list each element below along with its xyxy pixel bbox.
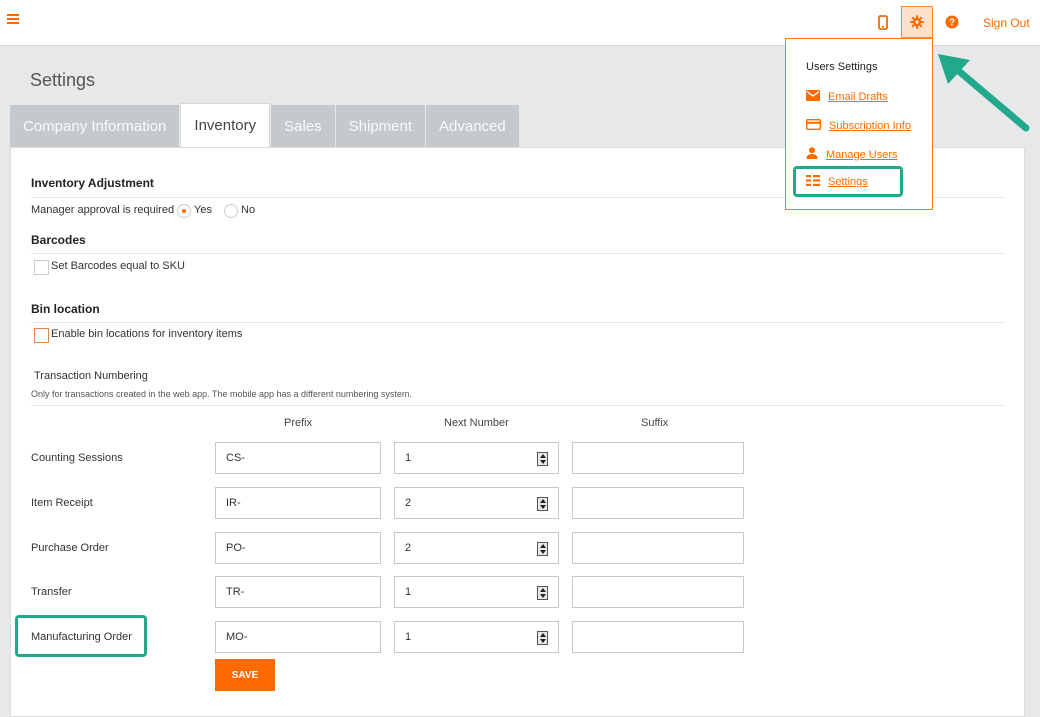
menu-icon[interactable] bbox=[7, 14, 19, 26]
divider bbox=[31, 253, 1006, 254]
suffix-input[interactable] bbox=[572, 532, 744, 564]
inventory-adjustment-title: Inventory Adjustment bbox=[31, 176, 154, 190]
next-number-input[interactable]: 2 bbox=[394, 487, 559, 519]
mobile-icon[interactable] bbox=[868, 7, 898, 37]
approval-yes-radio[interactable] bbox=[177, 204, 191, 218]
settings-item-highlight bbox=[793, 166, 903, 197]
next-number-value: 2 bbox=[405, 497, 412, 509]
menu-item-label: Email Drafts bbox=[828, 91, 888, 103]
inventory-settings-panel: Inventory Adjustment Manager approval is… bbox=[10, 147, 1025, 717]
stepper-icon[interactable] bbox=[537, 542, 548, 556]
next-number-input[interactable]: 1 bbox=[394, 576, 559, 608]
envelope-icon bbox=[806, 90, 820, 104]
stepper-icon[interactable] bbox=[537, 497, 548, 511]
bin-locations-checkbox[interactable] bbox=[34, 328, 49, 343]
next-number-value: 2 bbox=[405, 542, 412, 554]
next-number-input[interactable]: 1 bbox=[394, 621, 559, 653]
transaction-numbering-note: Only for transactions created in the web… bbox=[31, 389, 412, 399]
settings-tabs: Company Information Inventory Sales Ship… bbox=[10, 103, 520, 148]
next-number-value: 1 bbox=[405, 586, 412, 598]
next-number-input[interactable]: 1 bbox=[394, 442, 559, 474]
prefix-input[interactable]: TR- bbox=[215, 576, 381, 608]
suffix-input[interactable] bbox=[572, 487, 744, 519]
users-settings-heading: Users Settings bbox=[806, 61, 878, 73]
manufacturing-order-highlight bbox=[15, 615, 147, 657]
tab-sales[interactable]: Sales bbox=[271, 105, 335, 147]
help-icon[interactable]: ? bbox=[937, 7, 967, 37]
tab-company-information[interactable]: Company Information bbox=[10, 105, 180, 147]
row-label-item-receipt: Item Receipt bbox=[31, 497, 93, 509]
menu-item-label: Manage Users bbox=[826, 148, 898, 161]
next-number-value: 1 bbox=[405, 631, 412, 643]
user-settings-dropdown: Users Settings Email Drafts Subscription… bbox=[785, 38, 933, 210]
menu-item-email-drafts[interactable]: Email Drafts bbox=[806, 90, 888, 104]
bin-locations-label: Enable bin locations for inventory items bbox=[51, 328, 243, 340]
user-icon bbox=[806, 147, 818, 162]
tab-shipment[interactable]: Shipment bbox=[335, 105, 426, 147]
prefix-input[interactable]: CS- bbox=[215, 442, 381, 474]
manager-approval-label: Manager approval is required bbox=[31, 204, 175, 216]
next-number-value: 1 bbox=[405, 452, 412, 464]
prefix-input[interactable]: MO- bbox=[215, 621, 381, 653]
svg-text:?: ? bbox=[949, 18, 955, 29]
approval-no-label: No bbox=[241, 204, 256, 216]
row-label-counting-sessions: Counting Sessions bbox=[31, 452, 123, 464]
tab-advanced[interactable]: Advanced bbox=[426, 105, 519, 147]
barcodes-sku-label: Set Barcodes equal to SKU bbox=[51, 260, 185, 272]
save-button[interactable]: SAVE bbox=[215, 659, 275, 691]
row-label-purchase-order: Purchase Order bbox=[31, 542, 109, 554]
suffix-column-header: Suffix bbox=[641, 417, 669, 429]
suffix-input[interactable] bbox=[572, 576, 744, 608]
gear-icon[interactable] bbox=[901, 6, 933, 38]
divider bbox=[31, 322, 1006, 323]
prefix-input[interactable]: IR- bbox=[215, 487, 381, 519]
row-label-transfer: Transfer bbox=[31, 586, 72, 598]
divider bbox=[31, 405, 1006, 406]
stepper-icon[interactable] bbox=[537, 586, 548, 600]
tab-inventory[interactable]: Inventory bbox=[180, 103, 271, 147]
credit-card-icon bbox=[805, 118, 822, 133]
stepper-icon[interactable] bbox=[537, 452, 548, 466]
suffix-input[interactable] bbox=[572, 621, 744, 653]
suffix-input[interactable] bbox=[572, 442, 744, 474]
approval-no-radio[interactable] bbox=[224, 204, 238, 218]
page-title: Settings bbox=[30, 70, 96, 90]
next-number-column-header: Next Number bbox=[444, 417, 509, 429]
menu-item-manage-users[interactable]: Manage Users bbox=[806, 147, 898, 162]
approval-yes-label: Yes bbox=[194, 204, 212, 216]
prefix-column-header: Prefix bbox=[284, 417, 313, 429]
annotation-arrow-icon bbox=[938, 54, 1030, 132]
prefix-input[interactable]: PO- bbox=[215, 532, 381, 564]
stepper-icon[interactable] bbox=[537, 631, 548, 645]
transaction-numbering-title: Transaction Numbering bbox=[34, 370, 148, 382]
sign-out-link[interactable]: Sign Out bbox=[983, 16, 1030, 30]
barcodes-sku-checkbox[interactable] bbox=[34, 260, 49, 275]
bin-location-title: Bin location bbox=[31, 302, 100, 316]
next-number-input[interactable]: 2 bbox=[394, 532, 559, 564]
menu-item-label: Subscription Info bbox=[829, 120, 911, 132]
menu-item-subscription-info[interactable]: Subscription Info bbox=[805, 118, 911, 133]
barcodes-title: Barcodes bbox=[31, 233, 86, 247]
